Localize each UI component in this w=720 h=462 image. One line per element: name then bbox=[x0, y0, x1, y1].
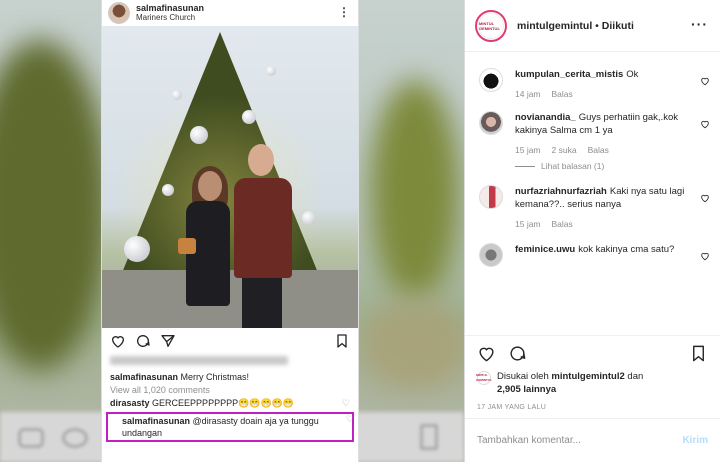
liked-prefix: Disukai oleh bbox=[497, 371, 549, 382]
like-comment-icon[interactable] bbox=[700, 73, 710, 91]
comment-input[interactable] bbox=[477, 435, 683, 446]
blurred-background-tree bbox=[370, 80, 460, 300]
blurred-bookmark-icon bbox=[420, 424, 438, 450]
replies-divider bbox=[515, 165, 535, 167]
comments-sidebar: MINTUL GEMINTUL mintulgemintul • Diikuti… bbox=[464, 0, 720, 462]
reply-button[interactable]: Balas bbox=[552, 219, 573, 229]
comment-username[interactable]: nurfazriahnurfazriah bbox=[515, 186, 607, 197]
comment-time: 14 jam bbox=[515, 89, 541, 99]
comment-username: dirasasty bbox=[110, 398, 150, 408]
send-button[interactable]: Kirim bbox=[682, 435, 708, 446]
like-heart-icon[interactable] bbox=[477, 344, 496, 363]
comment-item: nurfazriahnurfazriah Kaki nya satu lagi k… bbox=[465, 179, 720, 229]
caption-username: salmafinasunan bbox=[110, 372, 179, 382]
man-jacket bbox=[234, 178, 292, 278]
comment-likes[interactable]: 2 suka bbox=[552, 145, 577, 155]
post-actions bbox=[102, 328, 358, 354]
account-username[interactable]: mintulgemintul bbox=[517, 20, 592, 32]
liked-count[interactable]: 2,905 lainnya bbox=[497, 384, 556, 395]
pavement bbox=[102, 270, 358, 328]
handbag bbox=[178, 238, 196, 254]
bookmark-icon[interactable] bbox=[689, 344, 708, 363]
like-comment-icon[interactable] bbox=[700, 248, 710, 266]
view-replies-label: Lihat balasan (1) bbox=[541, 161, 605, 171]
comment-time: 15 jam bbox=[515, 145, 541, 155]
avatar[interactable]: MINTUL GEMINTUL bbox=[476, 371, 492, 385]
separator-dot: • bbox=[595, 19, 599, 32]
man-face bbox=[248, 144, 274, 176]
comment-username[interactable]: novianandia_ bbox=[515, 112, 576, 123]
heart-icon: ♡ bbox=[341, 398, 350, 408]
avatar[interactable] bbox=[479, 111, 503, 135]
add-comment-bar: Kirim bbox=[465, 418, 720, 462]
post-photo bbox=[102, 26, 358, 328]
post-screenshot: salmafinasunan Mariners Church ⋮ salmafi… bbox=[0, 0, 464, 462]
reply-button[interactable]: Balas bbox=[588, 145, 609, 155]
follow-status-button[interactable]: Diikuti bbox=[602, 20, 634, 32]
comment-icon bbox=[137, 335, 150, 347]
blurred-background-tree bbox=[0, 40, 110, 370]
more-options-icon[interactable]: ··· bbox=[691, 16, 708, 32]
ornament bbox=[190, 126, 208, 144]
avatar bbox=[108, 2, 130, 24]
comment-item: novianandia_ Guys perhatiin gak,.kok kaki… bbox=[465, 105, 720, 171]
heart-icon: ♡ bbox=[345, 414, 354, 424]
blurred-heart-icon bbox=[18, 428, 44, 448]
highlighted-reply: salmafinasunan @dirasasty doain aja ya t… bbox=[106, 412, 354, 442]
instagram-post: salmafinasunan Mariners Church ⋮ salmafi… bbox=[101, 0, 359, 462]
post-caption: salmafinasunan Merry Christmas! bbox=[102, 371, 358, 384]
reply-text: @dirasasty doain aja ya tunggu bbox=[192, 416, 319, 426]
blurred-background-ground bbox=[360, 300, 464, 390]
liked-and: dan bbox=[627, 371, 644, 382]
like-comment-icon[interactable] bbox=[700, 190, 710, 208]
post-timestamp[interactable]: 17 JAM YANG LALU bbox=[465, 396, 720, 411]
post-username: salmafinasunan bbox=[136, 3, 205, 13]
comment-time: 15 jam bbox=[515, 219, 541, 229]
post-comment: dirasasty GERCEEPPPPPPPP😁😁😁😁😁 ♡ bbox=[102, 397, 358, 410]
ornament bbox=[266, 66, 276, 76]
post-action-bar bbox=[465, 336, 720, 370]
avatar[interactable] bbox=[479, 68, 503, 92]
like-comment-icon[interactable] bbox=[700, 116, 710, 134]
view-replies-button[interactable]: Lihat balasan (1) bbox=[515, 161, 694, 171]
more-options-icon: ⋮ bbox=[338, 5, 350, 19]
woman-face bbox=[198, 171, 222, 201]
liked-by: MINTUL GEMINTUL Disukai oleh mintulgemin… bbox=[465, 370, 720, 396]
comment-icon[interactable] bbox=[508, 344, 527, 363]
ornament bbox=[124, 236, 150, 262]
post-location: Mariners Church bbox=[136, 13, 196, 22]
comment-item: feminice.uwu kok kakinya cma satu? bbox=[465, 237, 720, 267]
reply-text-continued: undangan bbox=[122, 428, 163, 438]
comment-username[interactable]: kumpulan_cerita_mistis bbox=[515, 69, 623, 80]
liked-username[interactable]: mintulgemintul2 bbox=[551, 371, 624, 382]
mini-logo-text: MINTUL GEMINTUL bbox=[476, 373, 492, 382]
comment-text: Ok bbox=[626, 69, 639, 80]
ornament bbox=[302, 211, 316, 225]
man-trousers bbox=[242, 276, 282, 328]
heart-icon bbox=[111, 336, 125, 348]
comment-text: kok kakinya cma satu? bbox=[578, 244, 675, 255]
comment-username[interactable]: feminice.uwu bbox=[515, 244, 575, 255]
ornament bbox=[162, 184, 174, 196]
bookmark-icon bbox=[337, 334, 347, 348]
reply-username: salmafinasunan bbox=[122, 416, 191, 426]
account-logo-text: MINTUL GEMINTUL bbox=[479, 20, 500, 31]
post-header: salmafinasunan Mariners Church ⋮ bbox=[102, 0, 358, 26]
blurred-likes-line bbox=[110, 356, 288, 365]
comment-text: GERCEEPPPPPPPP😁😁😁😁😁 bbox=[152, 398, 295, 408]
reply-button[interactable]: Balas bbox=[552, 89, 573, 99]
blurred-comment-icon bbox=[62, 428, 88, 448]
ornament bbox=[242, 110, 256, 124]
avatar[interactable] bbox=[479, 185, 503, 209]
avatar[interactable] bbox=[479, 243, 503, 267]
ornament bbox=[172, 90, 182, 100]
comment-item: kumpulan_cerita_mistis Ok 14 jam Balas bbox=[465, 62, 720, 99]
share-icon bbox=[161, 335, 175, 347]
sidebar-header: MINTUL GEMINTUL mintulgemintul • Diikuti… bbox=[465, 0, 720, 52]
caption-text: Merry Christmas! bbox=[180, 372, 250, 382]
comment-list[interactable]: kumpulan_cerita_mistis Ok 14 jam Balas nov… bbox=[465, 52, 720, 336]
account-avatar[interactable]: MINTUL GEMINTUL bbox=[475, 9, 507, 42]
view-all-comments: View all 1,020 comments bbox=[110, 385, 210, 395]
